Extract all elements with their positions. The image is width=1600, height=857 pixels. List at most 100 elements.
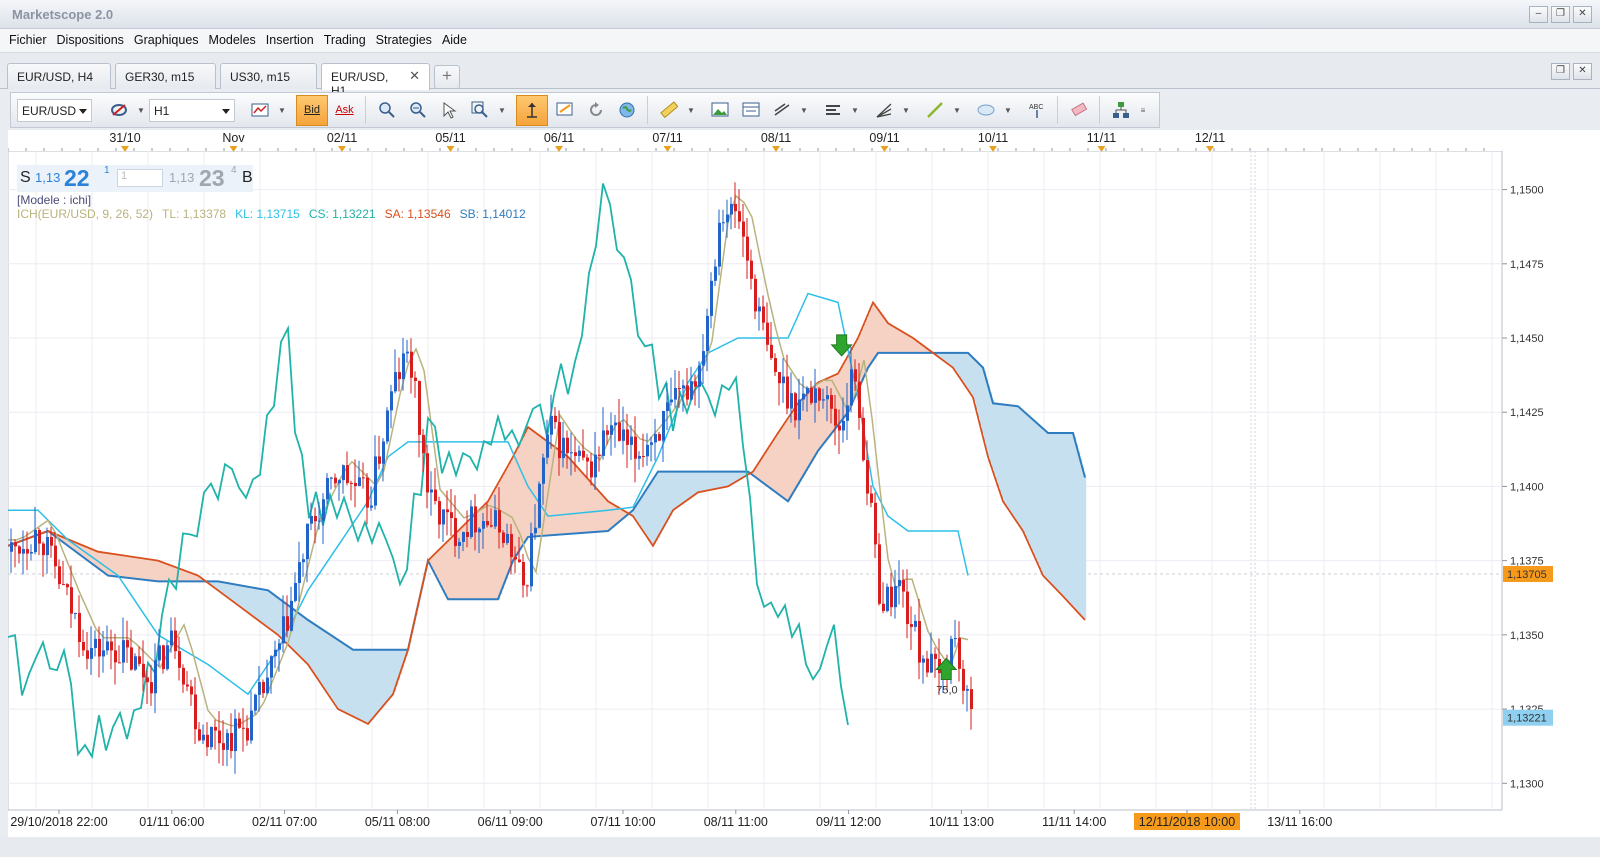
chevron-down-icon[interactable]: ▼ [135, 96, 147, 125]
menu-dispositions[interactable]: Dispositions [52, 29, 129, 52]
cloud-segment [300, 614, 303, 657]
more-icon[interactable]: ≡ [1137, 96, 1149, 125]
chevron-down-icon[interactable]: ▼ [900, 96, 912, 125]
eraser-icon[interactable] [1064, 96, 1093, 125]
indicator-icon[interactable] [104, 96, 133, 125]
chart-area[interactable]: 1,1500 1,1475 1,1450 1,1425 1,1400 1,1375 1,13… [8, 130, 1600, 837]
tab-close-icon[interactable]: ✕ [409, 69, 420, 90]
refresh-icon[interactable] [581, 96, 610, 125]
candle-body [202, 734, 205, 741]
levels-icon[interactable] [818, 96, 847, 125]
chevron-down-icon[interactable]: ▼ [1002, 96, 1014, 125]
status-strip [0, 837, 1600, 857]
zoom-in-icon[interactable] [372, 96, 401, 125]
menu-fichier[interactable]: Fichier [4, 29, 52, 52]
cloud-segment [1068, 433, 1071, 602]
cloud-segment [264, 589, 267, 625]
tab-eurusd-h4[interactable]: EUR/USD, H4 [7, 63, 111, 89]
candle-body [866, 460, 869, 494]
globe-icon[interactable] [612, 96, 641, 125]
sell-label[interactable]: S [20, 169, 31, 187]
cloud-segment [308, 620, 311, 665]
cloud-segment [150, 559, 153, 581]
cloud-segment [266, 589, 269, 626]
template-icon[interactable] [736, 96, 765, 125]
trendline-icon[interactable] [767, 96, 796, 125]
ruler-icon[interactable] [654, 96, 683, 125]
candle-body [782, 376, 785, 384]
menu-insertion[interactable]: Insertion [261, 29, 319, 52]
cloud-segment [304, 617, 307, 661]
ellipse-icon[interactable] [971, 96, 1000, 125]
chart-properties-icon[interactable] [550, 96, 579, 125]
ask-toggle-button[interactable]: Ask [330, 96, 359, 125]
line-icon[interactable] [920, 96, 949, 125]
close-chart-button[interactable]: ✕ [1573, 63, 1592, 80]
candle-body [834, 408, 837, 426]
minimize-button[interactable]: – [1529, 6, 1548, 23]
menu-graphiques[interactable]: Graphiques [129, 29, 204, 52]
cloud-segment [1048, 433, 1051, 581]
menu-strategies[interactable]: Strategies [371, 29, 437, 52]
buy-pips[interactable]: 23 [199, 165, 225, 192]
buy-quote[interactable]: 1,13 [169, 170, 194, 185]
app-title: Marketscope 2.0 [12, 7, 114, 22]
trade-label: 75,0 [936, 685, 957, 697]
restore-chart-button[interactable]: ❐ [1551, 63, 1570, 80]
cloud-segment [496, 487, 499, 600]
timeframe-select[interactable]: H1 [149, 98, 235, 122]
candle-body [286, 616, 289, 631]
candle-body [614, 422, 617, 426]
menu-trading[interactable]: Trading [319, 29, 371, 52]
chevron-down-icon[interactable]: ▼ [685, 96, 697, 125]
chevron-down-icon[interactable]: ▼ [798, 96, 810, 125]
autoscroll-icon[interactable] [516, 94, 548, 126]
maximize-button[interactable]: ❐ [1551, 6, 1570, 23]
menu-aide[interactable]: Aide [437, 29, 472, 52]
cloud-segment [448, 540, 451, 600]
price-chart[interactable]: 1,15001,14751,14501,14251,14001,13751,13… [8, 130, 1600, 837]
svg-text:ABC: ABC [1029, 104, 1043, 111]
legend-sa: SA: 1,13546 [384, 207, 451, 221]
legend-indicator-name[interactable]: ICH(EUR/USD, 9, 26, 52) [17, 207, 153, 221]
cloud-segment [980, 364, 983, 426]
text-icon[interactable]: ABC [1022, 96, 1051, 125]
hierarchy-icon[interactable] [1106, 96, 1135, 125]
chevron-down-icon[interactable]: ▼ [849, 96, 861, 125]
cloud-segment [220, 581, 223, 592]
zoom-out-icon[interactable] [403, 96, 432, 125]
symbol-select[interactable]: EUR/USD [17, 98, 92, 122]
candle-body [274, 649, 277, 657]
amount-input[interactable]: 1 [117, 169, 163, 187]
chevron-down-icon[interactable]: ▼ [951, 96, 963, 125]
tab-ger30-m15[interactable]: GER30, m15 [115, 63, 216, 89]
add-tab-button[interactable]: + [434, 65, 460, 89]
candle-body [962, 668, 965, 691]
picture-icon[interactable] [705, 96, 734, 125]
cloud-segment [262, 589, 265, 623]
cloud-segment [94, 550, 97, 566]
close-window-button[interactable]: ✕ [1573, 6, 1592, 23]
chevron-down-icon[interactable]: ▼ [496, 96, 508, 125]
cloud-segment [366, 649, 369, 723]
cursor-icon[interactable] [434, 96, 463, 125]
menu-modeles[interactable]: Modeles [204, 29, 261, 52]
chevron-down-icon[interactable]: ▼ [276, 96, 288, 125]
candle-body [242, 727, 245, 729]
cloud-segment [1062, 433, 1065, 596]
sell-pips[interactable]: 22 [64, 165, 90, 192]
bid-toggle-button[interactable]: Bid [296, 94, 328, 126]
tab-eurusd-h1[interactable]: EUR/USD, H1 ✕ [321, 63, 430, 98]
top-axis-label: 08/11 [761, 131, 791, 145]
cloud-segment [604, 496, 607, 532]
tab-us30-m15[interactable]: US30, m15 [220, 63, 317, 89]
candle-body [466, 531, 469, 537]
cloud-segment [138, 557, 141, 580]
sell-quote[interactable]: 1,13 [35, 170, 60, 185]
zoom-icon[interactable] [465, 96, 494, 125]
chart-type-icon[interactable] [245, 96, 274, 125]
cloud-segment [680, 471, 683, 506]
fan-icon[interactable] [869, 96, 898, 125]
buy-label[interactable]: B [242, 169, 253, 187]
cloud-segment [1036, 422, 1039, 560]
